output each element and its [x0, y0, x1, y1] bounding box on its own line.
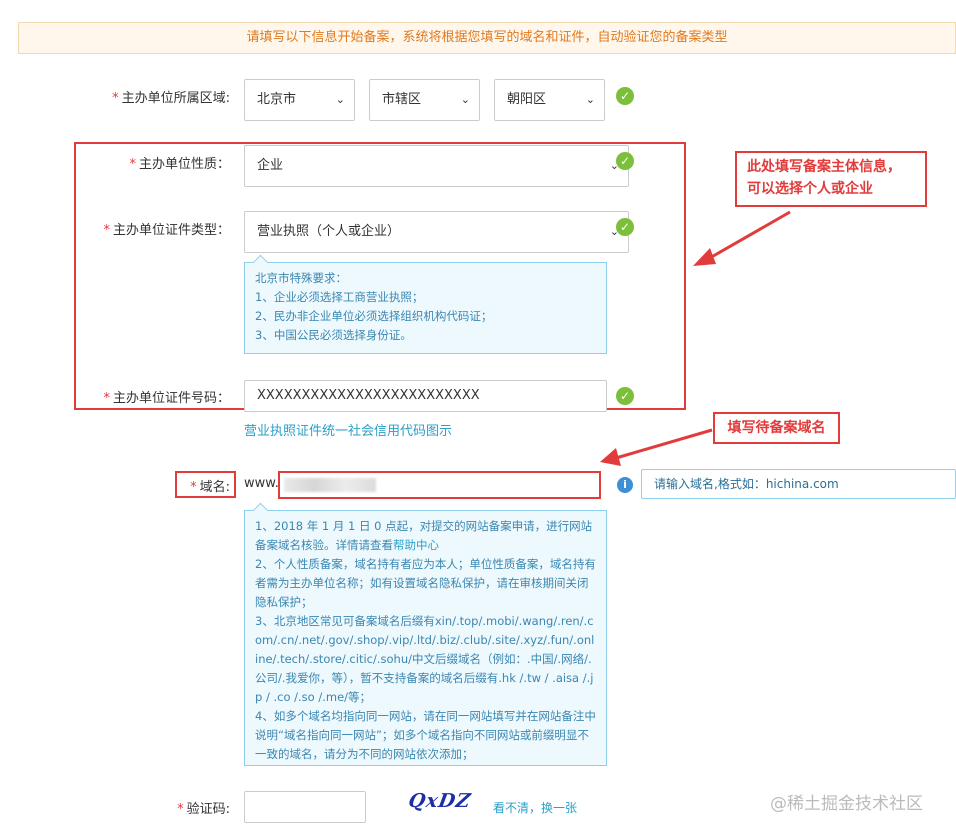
subject-arrow-shaft [707, 210, 791, 261]
subject-arrow-head [693, 248, 716, 266]
annotation-arrows [600, 210, 791, 466]
domain-arrow-head [600, 448, 621, 466]
watermark: @稀土掘金技术社区 [770, 794, 923, 814]
domain-arrow-shaft [615, 428, 713, 460]
